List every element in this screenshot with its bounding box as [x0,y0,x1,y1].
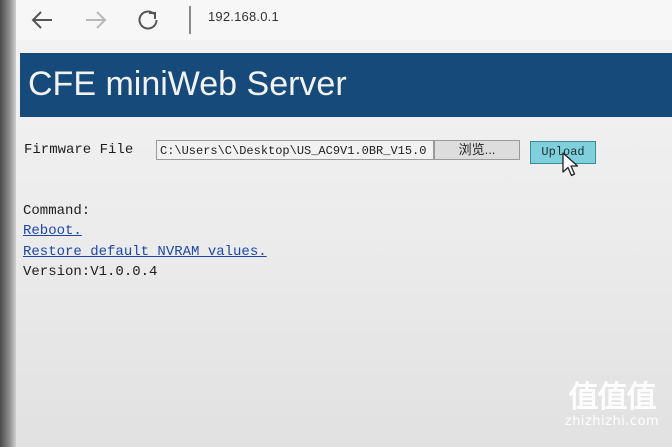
watermark-logo: 值值值 [568,380,657,415]
watermark: 值值值 zhizhizhi.com [556,382,668,430]
page-title: CFE miniWeb Server [28,65,347,103]
arrow-right-icon [86,11,107,29]
monitor-bezel [0,0,16,447]
browser-toolbar: 192.168.0.1 [16,0,672,40]
restore-defaults-link[interactable]: Restore default NVRAM values. [23,244,267,260]
watermark-site: zhizhizhi.com [564,414,660,429]
refresh-button[interactable] [132,6,164,34]
refresh-icon [138,10,158,30]
browse-button[interactable]: 浏览... [434,140,520,160]
arrow-left-icon [31,11,52,29]
version-text: Version:V1.0.0.4 [23,264,158,280]
toolbar-divider [189,6,191,34]
address-bar[interactable]: 192.168.0.1 [208,9,279,24]
reboot-link[interactable]: Reboot. [23,223,82,239]
page-banner: CFE miniWeb Server [20,53,672,117]
firmware-file-input[interactable]: C:\Users\C\Desktop\US_AC9V1.0BR_V15.0 [156,140,434,160]
browser-window: 192.168.0.1 CFE miniWeb Server Firmware … [0,0,672,447]
back-button[interactable] [26,6,58,34]
mouse-cursor-icon [562,152,579,177]
forward-button[interactable] [80,6,112,34]
firmware-file-label: Firmware File [24,142,134,158]
command-label: Command: [23,203,91,219]
